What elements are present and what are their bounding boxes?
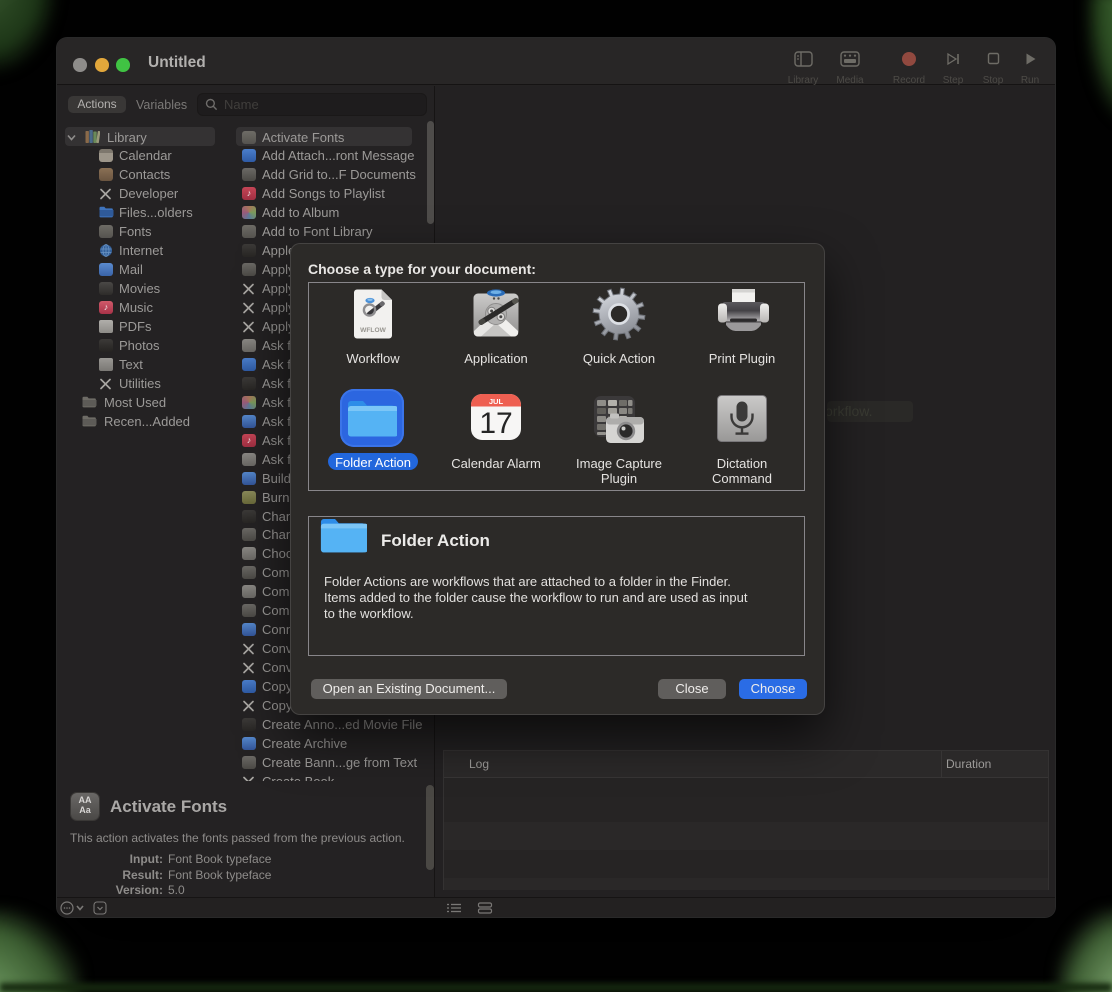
svg-text:17: 17: [479, 407, 512, 440]
svg-text:WFLOW: WFLOW: [360, 327, 386, 334]
svg-text:JUL: JUL: [489, 397, 504, 406]
